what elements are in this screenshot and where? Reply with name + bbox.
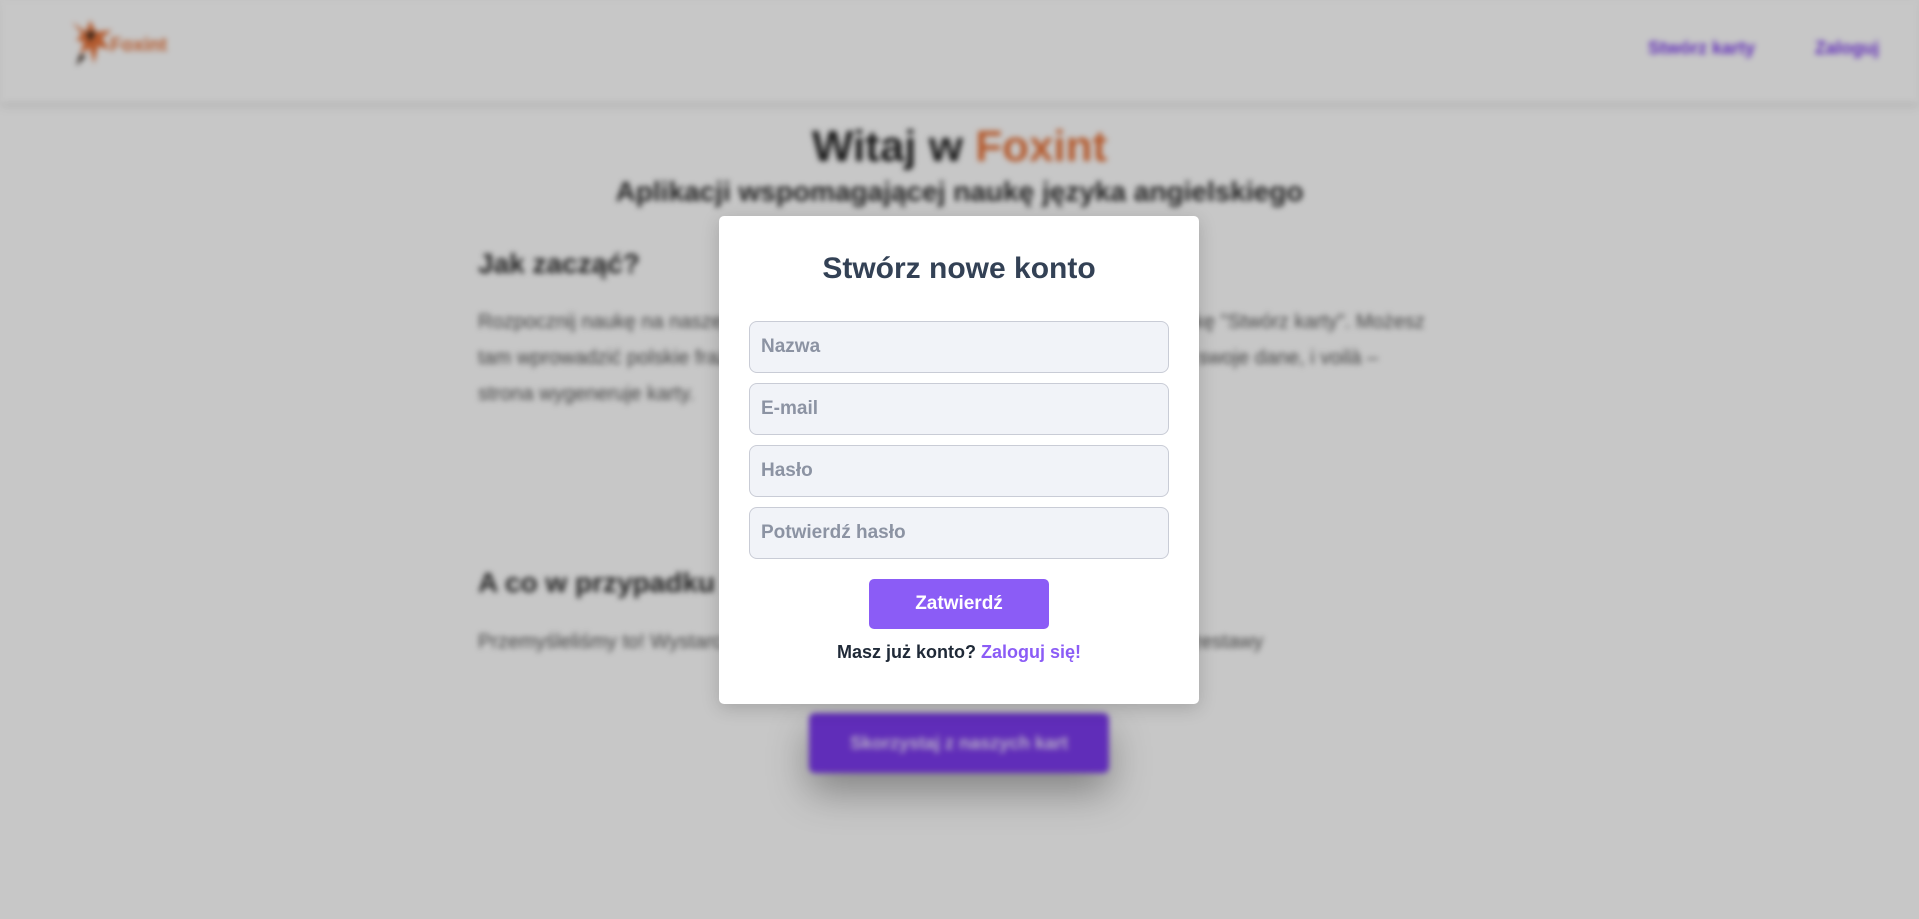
register-modal: Stwórz nowe konto Zatwierdź Masz już kon… [719,216,1199,704]
password-input[interactable] [749,445,1169,497]
submit-button[interactable]: Zatwierdź [869,579,1049,629]
email-input[interactable] [749,383,1169,435]
login-link[interactable]: Zaloguj się! [981,642,1081,662]
modal-title: Stwórz nowe konto [822,252,1096,285]
login-prompt: Masz już konto? [836,642,976,662]
confirm-password-input[interactable] [749,507,1169,559]
name-input[interactable] [749,321,1169,373]
login-prompt-row: Masz już konto? Zaloguj się! [719,642,1199,663]
